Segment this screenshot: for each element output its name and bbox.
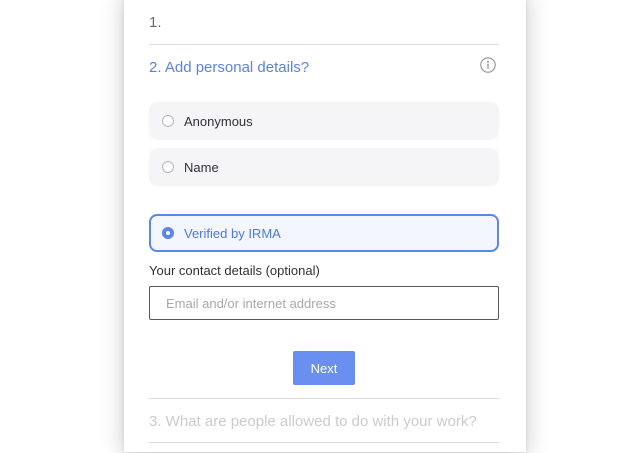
page: 1. 2. Add personal details? Anonymous Na… <box>0 0 638 453</box>
step-2-title: 2. Add personal details? <box>149 59 310 76</box>
form-card: 1. 2. Add personal details? Anonymous Na… <box>124 0 526 452</box>
contact-details-input[interactable] <box>149 286 499 320</box>
option-label: Verified by IRMA <box>184 225 281 241</box>
step-1-header[interactable]: 1. <box>149 14 162 31</box>
radio-name[interactable] <box>162 161 174 173</box>
divider <box>149 44 499 45</box>
option-verified-by-irma[interactable]: Verified by IRMA <box>149 214 499 252</box>
divider <box>149 398 499 399</box>
divider <box>149 442 499 443</box>
option-anonymous[interactable]: Anonymous <box>149 102 499 140</box>
radio-anonymous[interactable] <box>162 115 174 127</box>
info-icon[interactable] <box>480 57 496 73</box>
option-label: Anonymous <box>184 113 253 129</box>
radio-verified-by-irma[interactable] <box>162 227 174 239</box>
option-name[interactable]: Name <box>149 148 499 186</box>
next-button[interactable]: Next <box>293 351 355 385</box>
contact-details-label: Your contact details (optional) <box>149 263 320 278</box>
option-label: Name <box>184 159 219 175</box>
step-3-header[interactable]: 3. What are people allowed to do with yo… <box>149 413 477 430</box>
